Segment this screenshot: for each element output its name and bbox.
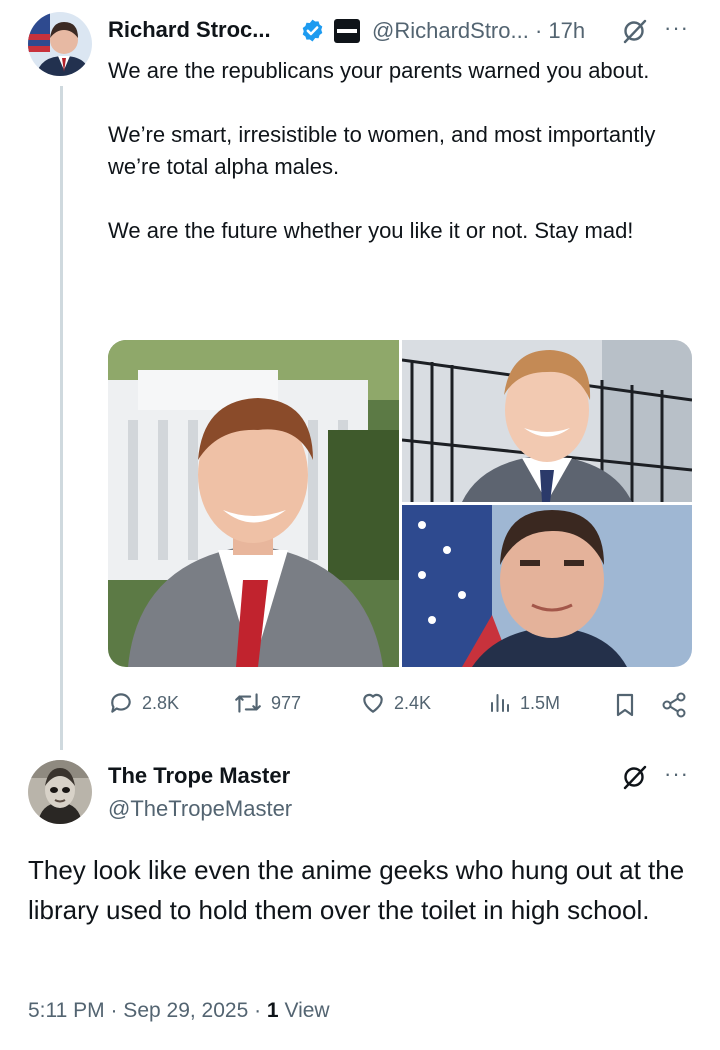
heart-icon [363,693,383,713]
reply-icon [111,693,131,713]
reply-more-options-icon[interactable]: ··· [664,761,689,787]
like-button[interactable]: 2.4K [360,690,431,716]
repost-button[interactable]: 977 [233,690,301,716]
reply-author-avatar[interactable] [28,760,92,824]
more-options-icon[interactable]: ··· [664,15,689,41]
reply-author-handle[interactable]: @TheTropeMaster [108,796,292,822]
bookmark-icon[interactable] [613,692,637,723]
views-count: 1.5M [520,692,561,713]
thread-connector-line [60,86,63,750]
verified-badge-icon [300,18,325,48]
reply-view-label: View [278,999,330,1022]
reply-text: They look like even the anime geeks who … [28,855,685,925]
analytics-bars-icon [491,694,509,712]
reply-timestamp-row: 5:11 PM · Sep 29, 2025 · 1 View [28,999,330,1023]
media-photo-2[interactable] [401,340,692,502]
grok-icon[interactable] [621,18,647,49]
share-icon[interactable] [661,692,687,723]
reply-count: 2.8K [142,692,180,713]
like-count: 2.4K [394,692,432,713]
media-photo-3[interactable] [402,505,692,667]
views-button[interactable]: 1.5M [488,690,560,716]
affiliate-badge-icon[interactable] [334,19,360,43]
repost-icon [235,693,261,713]
tweet-media-grid[interactable] [108,340,692,667]
author-avatar[interactable] [28,12,92,76]
repost-count: 977 [271,692,302,713]
reply-author-name[interactable]: The Trope Master [108,763,290,789]
reply-grok-icon[interactable] [621,764,647,795]
media-photo-1[interactable] [108,340,399,667]
tweet-text: We are the republicans your parents warn… [108,58,656,243]
author-name[interactable]: Richard Stroc... [108,17,271,43]
reply-button[interactable]: 2.8K [108,690,179,716]
reply-timestamp[interactable]: 5:11 PM · Sep 29, 2025 · [28,999,267,1022]
reply-view-count: 1 [266,999,279,1022]
author-handle-time: @RichardStro... · 17h [372,18,586,43]
